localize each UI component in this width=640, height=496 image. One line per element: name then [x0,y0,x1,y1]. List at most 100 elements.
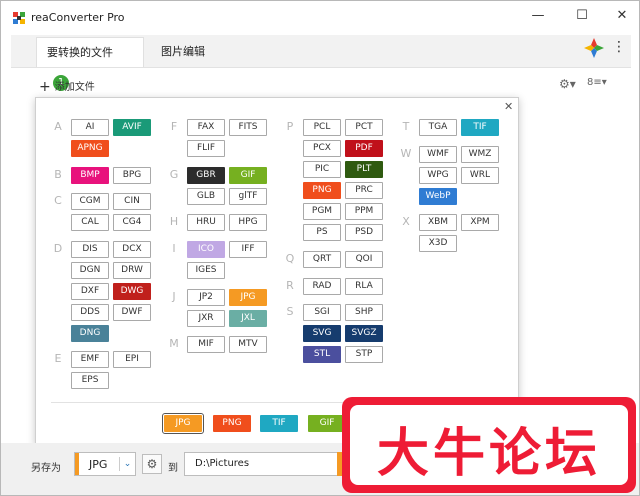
format-jxr[interactable]: JXR [187,310,225,327]
format-qoi[interactable]: QOI [345,251,383,268]
destination-label: 到 [168,463,178,474]
format-iges[interactable]: IGES [187,262,225,279]
format-psd[interactable]: PSD [345,224,383,241]
group-letter-c: C [54,194,62,207]
maximize-button[interactable]: ☐ [575,9,589,23]
group-letter-s: S [286,305,294,318]
close-button[interactable]: ✕ [615,9,629,23]
format-wmf[interactable]: WMF [419,146,457,163]
format-hpg[interactable]: HPG [229,214,267,231]
format-bpg[interactable]: BPG [113,167,151,184]
format-wmz[interactable]: WMZ [461,146,499,163]
format-ps[interactable]: PS [303,224,341,241]
format-epi[interactable]: EPI [113,351,151,368]
format-jxl[interactable]: JXL [229,310,267,327]
group-letter-x: X [402,215,410,228]
format-tga[interactable]: TGA [419,119,457,136]
tab-files-to-convert[interactable]: 要转换的文件1 [36,37,144,91]
group-letter-i: I [172,242,176,255]
format-qrt[interactable]: QRT [303,251,341,268]
close-icon[interactable]: ✕ [504,100,513,113]
format-rad[interactable]: RAD [303,278,341,295]
add-files-button[interactable]: + 添加文件 [39,78,95,95]
format-pcl[interactable]: PCL [303,119,341,136]
format-emf[interactable]: EMF [71,351,109,368]
format-glb[interactable]: GLB [187,188,225,205]
output-path-field[interactable]: D:\Pictures [184,452,354,476]
format-hru[interactable]: HRU [187,214,225,231]
format-ppm[interactable]: PPM [345,203,383,220]
format-cal[interactable]: CAL [71,214,109,231]
chevron-down-icon[interactable]: ⌄ [119,457,135,471]
format-pic[interactable]: PIC [303,161,341,178]
format-prc[interactable]: PRC [345,182,383,199]
format-ico[interactable]: ICO [187,241,225,258]
format-shp[interactable]: SHP [345,304,383,321]
format-plt[interactable]: PLT [345,161,383,178]
group-letter-w: W [400,147,412,160]
format-x3d[interactable]: X3D [419,235,457,252]
format-svgz[interactable]: SVGZ [345,325,383,342]
format-cg4[interactable]: CG4 [113,214,151,231]
format-iff[interactable]: IFF [229,241,267,258]
format-apng[interactable]: APNG [71,140,109,157]
format-stp[interactable]: STP [345,346,383,363]
format-wpg[interactable]: WPG [419,167,457,184]
format-gltf[interactable]: glTF [229,188,267,205]
format-fax[interactable]: FAX [187,119,225,136]
format-dwg[interactable]: DWG [113,283,151,300]
output-settings-button[interactable]: ⚙ [142,454,162,474]
format-xbm[interactable]: XBM [419,214,457,231]
minimize-button[interactable]: — [531,9,545,23]
format-pcx[interactable]: PCX [303,140,341,157]
format-bmp[interactable]: BMP [71,167,109,184]
format-mif[interactable]: MIF [187,336,225,353]
app-logo-icon [13,12,25,24]
format-dng[interactable]: DNG [71,325,109,342]
format-wrl[interactable]: WRL [461,167,499,184]
output-format-select[interactable]: JPG ⌄ [74,452,136,476]
format-png[interactable]: PNG [303,182,341,199]
format-gif[interactable]: GIF [229,167,267,184]
format-sgi[interactable]: SGI [303,304,341,321]
format-cgm[interactable]: CGM [71,193,109,210]
format-pgm[interactable]: PGM [303,203,341,220]
brand-icon [584,38,604,58]
settings-dropdown-icon[interactable]: ⚙▾ [559,77,576,91]
format-dds[interactable]: DDS [71,304,109,321]
format-fits[interactable]: FITS [229,119,267,136]
quick-format-png[interactable]: PNG [213,415,251,432]
format-avif[interactable]: AVIF [113,119,151,136]
format-pdf[interactable]: PDF [345,140,383,157]
format-jpg[interactable]: JPG [229,289,267,306]
format-webp[interactable]: WebP [419,188,457,205]
format-dgn[interactable]: DGN [71,262,109,279]
format-dis[interactable]: DIS [71,241,109,258]
quick-format-tif[interactable]: TIF [260,415,298,432]
format-stl[interactable]: STL [303,346,341,363]
format-dcx[interactable]: DCX [113,241,151,258]
format-pct[interactable]: PCT [345,119,383,136]
format-flif[interactable]: FLIF [187,140,225,157]
format-dxf[interactable]: DXF [71,283,109,300]
more-menu-icon[interactable]: ⋮ [612,39,626,55]
format-svg[interactable]: SVG [303,325,341,342]
group-letter-p: P [286,120,294,133]
format-gbr[interactable]: GBR [187,167,225,184]
format-jp2[interactable]: JP2 [187,289,225,306]
group-letter-h: H [169,215,179,228]
group-letter-q: Q [285,252,295,265]
format-cin[interactable]: CIN [113,193,151,210]
format-tif[interactable]: TIF [461,119,499,136]
format-rla[interactable]: RLA [345,278,383,295]
format-eps[interactable]: EPS [71,372,109,389]
format-xpm[interactable]: XPM [461,214,499,231]
view-mode-dropdown-icon[interactable]: 8≡▾ [587,77,607,88]
format-drw[interactable]: DRW [113,262,151,279]
quick-format-jpg[interactable]: JPG [162,413,204,434]
format-ai[interactable]: AI [71,119,109,136]
tab-image-edit[interactable]: 图片编辑 [151,37,215,67]
quick-format-gif[interactable]: GIF [308,415,346,432]
format-mtv[interactable]: MTV [229,336,267,353]
format-dwf[interactable]: DWF [113,304,151,321]
